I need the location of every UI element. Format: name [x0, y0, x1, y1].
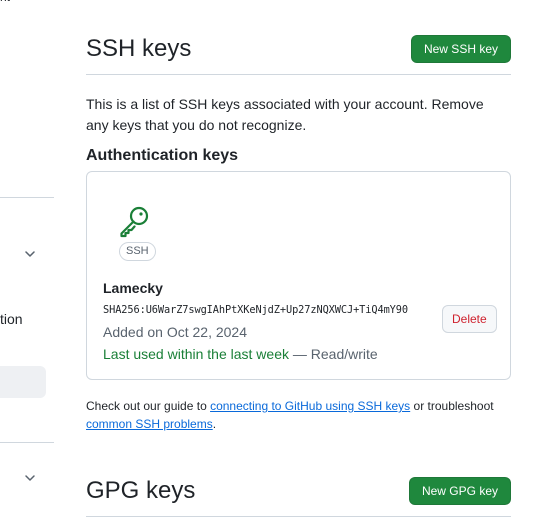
key-usage-status: Last used within the last week — Read/wr… — [103, 346, 378, 362]
sidebar-fragment-text: nt — [0, 0, 10, 4]
key-added-date: Added on Oct 22, 2024 — [103, 324, 247, 340]
key-last-used: Last used within the last week — [103, 346, 289, 362]
key-title: Lamecky — [103, 280, 163, 296]
guide-suffix: . — [212, 417, 217, 431]
sidebar-divider — [0, 442, 54, 443]
new-ssh-key-button[interactable]: New SSH key — [410, 35, 511, 63]
ssh-guide-link[interactable]: connecting to GitHub using SSH keys — [210, 399, 410, 413]
ssh-guide-text: Check out our guide to connecting to Git… — [86, 397, 511, 433]
guide-prefix: Check out our guide to — [86, 399, 211, 413]
authentication-keys-heading: Authentication keys — [86, 147, 239, 164]
ssh-type-badge: SSH — [119, 242, 156, 261]
gpg-section-title: GPG keys — [86, 477, 196, 504]
sidebar-item-label[interactable]: tion — [0, 311, 23, 327]
ssh-troubleshoot-link[interactable]: common SSH problems — [86, 417, 213, 431]
key-fingerprint: SHA256:U6WarZ7swgIAhPtXKeNjdZ+Up27zNQXWC… — [103, 304, 408, 316]
ssh-key-item: SSH Lamecky SHA256:U6WarZ7swgIAhPtXKeNjd… — [86, 171, 511, 380]
page-title: SSH keys — [86, 35, 192, 62]
new-gpg-key-button[interactable]: New GPG key — [408, 477, 511, 505]
ssh-keys-description: This is a list of SSH keys associated wi… — [86, 96, 484, 133]
ssh-keys-header: SSH keys New SSH key — [86, 34, 511, 75]
delete-key-button[interactable]: Delete — [442, 305, 497, 333]
sidebar-divider — [0, 197, 54, 198]
chevron-down-icon[interactable] — [22, 246, 38, 262]
gpg-keys-header: GPG keys New GPG key — [86, 476, 511, 517]
guide-middle: or troubleshoot — [410, 399, 494, 413]
chevron-down-icon[interactable] — [22, 470, 38, 486]
sidebar-item-selected[interactable] — [0, 366, 46, 398]
key-access-level: — Read/write — [289, 346, 378, 362]
key-icon — [118, 204, 152, 238]
